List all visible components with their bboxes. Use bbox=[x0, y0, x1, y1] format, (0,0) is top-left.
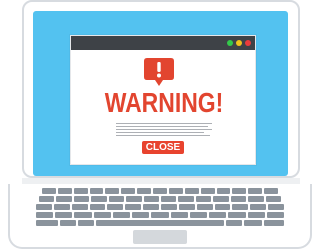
keyboard-key[interactable] bbox=[266, 212, 284, 218]
keyboard-key[interactable] bbox=[196, 204, 213, 210]
keyboard-key[interactable] bbox=[226, 220, 242, 226]
keyboard-key[interactable] bbox=[105, 188, 120, 194]
keyboard-key[interactable] bbox=[89, 188, 104, 194]
keyboard-key[interactable] bbox=[195, 196, 212, 202]
keyboard-key[interactable] bbox=[91, 196, 107, 202]
minimize-button[interactable] bbox=[227, 40, 233, 46]
keyboard-key[interactable] bbox=[189, 212, 208, 218]
keyboard-key[interactable] bbox=[71, 204, 88, 210]
keyboard-key[interactable] bbox=[161, 204, 177, 210]
keyboard-key[interactable] bbox=[39, 196, 55, 202]
keyboard-key[interactable] bbox=[56, 196, 72, 202]
keyboard-key[interactable] bbox=[232, 204, 249, 210]
keyboard-key[interactable] bbox=[93, 212, 111, 218]
keyboard-key[interactable] bbox=[151, 212, 169, 218]
keyboard-key[interactable] bbox=[184, 188, 199, 194]
keyboard-key[interactable] bbox=[55, 212, 73, 218]
keyboard-key[interactable] bbox=[137, 188, 152, 194]
keyboard-key[interactable] bbox=[125, 204, 142, 210]
keyboard-key[interactable] bbox=[78, 220, 94, 226]
keyboard-key[interactable] bbox=[168, 188, 183, 194]
keyboard-key[interactable] bbox=[36, 220, 58, 226]
keyboard-key[interactable] bbox=[153, 188, 167, 194]
keyboard-key[interactable] bbox=[244, 220, 262, 226]
keyboard-key[interactable] bbox=[36, 204, 52, 210]
keyboard-key[interactable] bbox=[42, 188, 56, 194]
warning-window: WARNING! CLOSE bbox=[70, 35, 256, 165]
keyboard-key[interactable] bbox=[73, 196, 90, 202]
message-text-lines bbox=[116, 123, 212, 138]
keyboard-key[interactable] bbox=[264, 188, 278, 194]
exclamation-alert-icon bbox=[144, 58, 174, 86]
keyboard-key[interactable] bbox=[228, 212, 246, 218]
keyboard-key[interactable] bbox=[108, 196, 125, 202]
laptop-base bbox=[0, 178, 320, 249]
keyboard-key[interactable] bbox=[170, 212, 188, 218]
keyboard-key[interactable] bbox=[121, 188, 136, 194]
keyboard-key[interactable] bbox=[161, 196, 177, 202]
keyboard-key[interactable] bbox=[214, 204, 231, 210]
keyboard-key[interactable] bbox=[53, 204, 70, 210]
close-button[interactable]: CLOSE bbox=[142, 141, 184, 154]
space-bar-key[interactable] bbox=[96, 220, 224, 226]
keyboard-key[interactable] bbox=[143, 204, 159, 210]
window-titlebar bbox=[71, 36, 255, 50]
keyboard-key[interactable] bbox=[74, 212, 92, 218]
keyboard-key[interactable] bbox=[248, 196, 264, 202]
keyboard-key[interactable] bbox=[250, 204, 267, 210]
keyboard-key[interactable] bbox=[57, 188, 72, 194]
keyboard-key[interactable] bbox=[36, 212, 54, 218]
keyboard-key[interactable] bbox=[107, 204, 124, 210]
keyboard-key[interactable] bbox=[60, 220, 76, 226]
keyboard-key[interactable] bbox=[89, 204, 106, 210]
keyboard-key[interactable] bbox=[200, 188, 215, 194]
keyboard-key[interactable] bbox=[232, 188, 247, 194]
keyboard-key[interactable] bbox=[178, 196, 194, 202]
keyboard-key[interactable] bbox=[213, 196, 229, 202]
keyboard-key[interactable] bbox=[143, 196, 159, 202]
keyboard-key[interactable] bbox=[264, 220, 284, 226]
keyboard-key[interactable] bbox=[216, 188, 231, 194]
keyboard-key[interactable] bbox=[265, 196, 281, 202]
keyboard-key[interactable] bbox=[73, 188, 88, 194]
window-close-button[interactable] bbox=[245, 40, 251, 46]
keyboard-key[interactable] bbox=[230, 196, 247, 202]
maximize-button[interactable] bbox=[236, 40, 242, 46]
warning-title: WARNING! bbox=[104, 87, 224, 118]
keyboard-key[interactable] bbox=[112, 212, 131, 218]
keyboard-key[interactable] bbox=[268, 204, 284, 210]
keyboard-key[interactable] bbox=[247, 212, 265, 218]
keyboard-key[interactable] bbox=[132, 212, 150, 218]
keyboard-key[interactable] bbox=[126, 196, 142, 202]
keyboard-key[interactable] bbox=[209, 212, 227, 218]
keyboard-key[interactable] bbox=[178, 204, 195, 210]
trackpad[interactable] bbox=[133, 230, 187, 244]
keyboard-key[interactable] bbox=[248, 188, 263, 194]
keyboard bbox=[36, 188, 284, 226]
